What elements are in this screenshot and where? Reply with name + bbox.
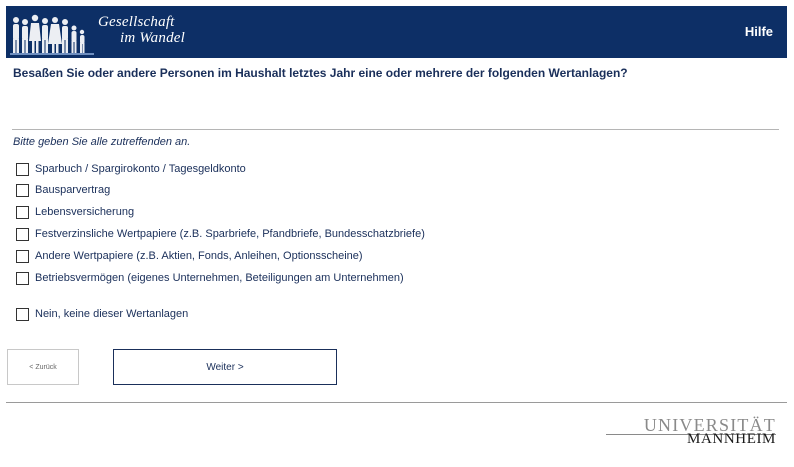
checkbox[interactable]: [16, 205, 29, 219]
option-festverzinsliche-wertpapiere[interactable]: Festverzinsliche Wertpapiere (z.B. Sparb…: [16, 227, 425, 241]
checkbox[interactable]: [16, 183, 29, 197]
option-lebensversicherung[interactable]: Lebensversicherung: [16, 205, 134, 219]
option-label: Betriebsvermögen (eigenes Unternehmen, B…: [35, 272, 404, 284]
university-name-line2: MANNHEIM: [687, 431, 776, 447]
next-button[interactable]: Weiter >: [113, 349, 337, 385]
gesellschaft-im-wandel-logo: Gesellschaft im Wandel: [6, 6, 206, 58]
option-bausparvertrag[interactable]: Bausparvertrag: [16, 183, 110, 197]
footer-divider: [6, 402, 787, 403]
divider: [12, 129, 779, 130]
people-silhouettes-icon: [10, 14, 94, 55]
option-betriebsvermoegen[interactable]: Betriebsvermögen (eigenes Unternehmen, B…: [16, 271, 404, 285]
checkbox[interactable]: [16, 249, 29, 263]
checkbox[interactable]: [16, 227, 29, 241]
option-sparbuch[interactable]: Sparbuch / Spargirokonto / Tagesgeldkont…: [16, 162, 246, 176]
back-button[interactable]: < Zurück: [7, 349, 79, 385]
option-label: Nein, keine dieser Wertanlagen: [35, 308, 189, 320]
option-label: Festverzinsliche Wertpapiere (z.B. Sparb…: [35, 228, 425, 240]
logo-text-line2: im Wandel: [120, 30, 185, 46]
checkbox[interactable]: [16, 162, 29, 176]
instruction-text: Bitte geben Sie alle zutreffenden an.: [13, 136, 191, 148]
help-link[interactable]: Hilfe: [745, 24, 773, 39]
logo-text-line1: Gesellschaft: [98, 14, 175, 30]
option-andere-wertpapiere[interactable]: Andere Wertpapiere (z.B. Aktien, Fonds, …: [16, 249, 363, 263]
header-bar: Gesellschaft im Wandel Hilfe: [6, 6, 787, 58]
universitaet-mannheim-logo: UNIVERSITÄT MANNHEIM: [606, 415, 776, 449]
option-label: Lebensversicherung: [35, 206, 135, 218]
checkbox[interactable]: [16, 307, 29, 321]
checkbox[interactable]: [16, 271, 29, 285]
option-label: Andere Wertpapiere (z.B. Aktien, Fonds, …: [35, 250, 363, 262]
question-text: Besaßen Sie oder andere Personen im Haus…: [13, 66, 628, 80]
option-label: Sparbuch / Spargirokonto / Tagesgeldkont…: [35, 163, 246, 175]
option-label: Bausparvertrag: [35, 184, 111, 196]
option-keine[interactable]: Nein, keine dieser Wertanlagen: [16, 307, 188, 321]
